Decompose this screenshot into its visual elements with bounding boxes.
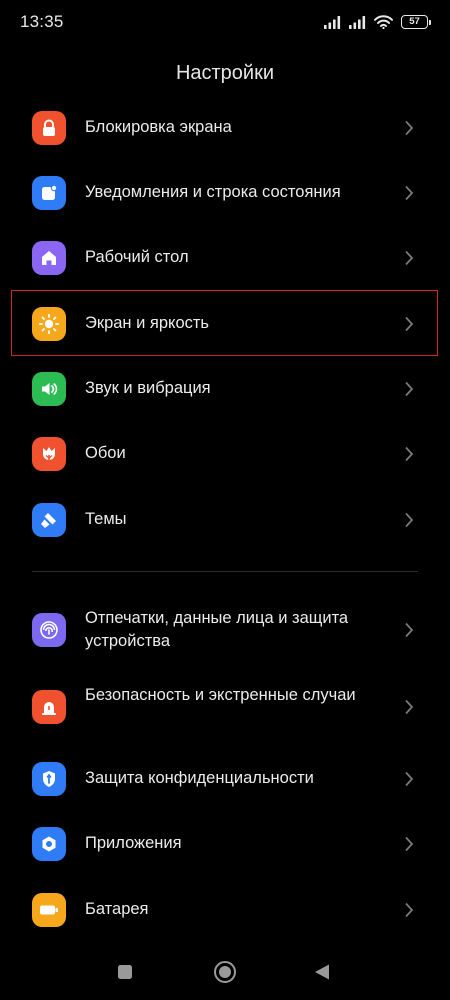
setting-item-sound-vibration[interactable]: Звук и вибрация: [0, 356, 450, 422]
chevron-right-icon: [405, 250, 414, 266]
chevron-right-icon: [405, 185, 414, 201]
status-bar: 13:35 57: [0, 0, 450, 44]
setting-label: Блокировка экрана: [85, 118, 232, 136]
navigation-bar: [0, 940, 450, 1000]
chevron-right-icon: [405, 446, 414, 462]
setting-label: Отпечатки, данные лица и защита устройст…: [85, 609, 349, 650]
battery-level: 57: [409, 16, 420, 28]
notification-icon: [32, 176, 66, 210]
recents-button[interactable]: [117, 964, 133, 980]
setting-item-battery[interactable]: Батарея: [0, 877, 450, 943]
chevron-right-icon: [405, 836, 414, 852]
setting-item-home-screen[interactable]: Рабочий стол: [0, 225, 450, 291]
cellular-signal-icon: [324, 15, 341, 29]
settings-screen: 13:35 57 Настройки Блокировка экрана Уве…: [0, 0, 450, 1000]
setting-label: Батарея: [85, 900, 149, 918]
chevron-right-icon: [405, 902, 414, 918]
battery-icon: [32, 893, 66, 927]
setting-label: Обои: [85, 444, 126, 462]
wifi-icon: [374, 15, 393, 29]
chevron-right-icon: [405, 381, 414, 397]
back-button[interactable]: [313, 963, 331, 981]
setting-item-notifications[interactable]: Уведомления и строка состояния: [0, 160, 450, 226]
page-title: Настройки: [175, 62, 275, 84]
setting-label: Приложения: [85, 834, 182, 852]
setting-item-wallpaper[interactable]: Обои: [0, 421, 450, 487]
setting-label: Защита конфиденциальности: [85, 769, 314, 787]
chevron-right-icon: [405, 120, 414, 136]
siren-icon: [32, 690, 66, 724]
setting-item-safety-emergency[interactable]: Безопасность и экстренные случаи: [0, 669, 450, 745]
setting-item-lock-screen[interactable]: Блокировка экрана: [0, 95, 450, 161]
brush-icon: [32, 503, 66, 537]
setting-item-privacy[interactable]: Защита конфиденциальности: [0, 746, 450, 812]
home-button[interactable]: [213, 960, 237, 984]
chevron-right-icon: [405, 699, 414, 715]
setting-label: Звук и вибрация: [85, 379, 211, 397]
section-divider: [32, 571, 418, 572]
speaker-icon: [32, 372, 66, 406]
apps-gear-icon: [32, 827, 66, 861]
tulip-icon: [32, 437, 66, 471]
setting-item-themes[interactable]: Темы: [0, 487, 450, 553]
privacy-shield-icon: [32, 762, 66, 796]
cellular-signal-icon-2: [349, 15, 366, 29]
home-icon: [32, 241, 66, 275]
status-icons: 57: [324, 15, 431, 29]
highlight-box: [11, 290, 438, 356]
chevron-right-icon: [405, 622, 414, 638]
setting-item-fingerprints-face[interactable]: Отпечатки, данные лица и защита устройст…: [0, 592, 450, 668]
setting-label: Уведомления и строка состояния: [85, 183, 341, 201]
chevron-right-icon: [405, 512, 414, 528]
setting-label: Рабочий стол: [85, 248, 189, 266]
setting-item-apps[interactable]: Приложения: [0, 811, 450, 877]
setting-label: Темы: [85, 510, 127, 528]
setting-label: Безопасность и экстренные случаи: [85, 686, 356, 704]
lock-icon: [32, 111, 66, 145]
battery-indicator: 57: [401, 15, 431, 29]
fingerprint-icon: [32, 613, 66, 647]
status-time: 13:35: [20, 12, 64, 31]
chevron-right-icon: [405, 771, 414, 787]
